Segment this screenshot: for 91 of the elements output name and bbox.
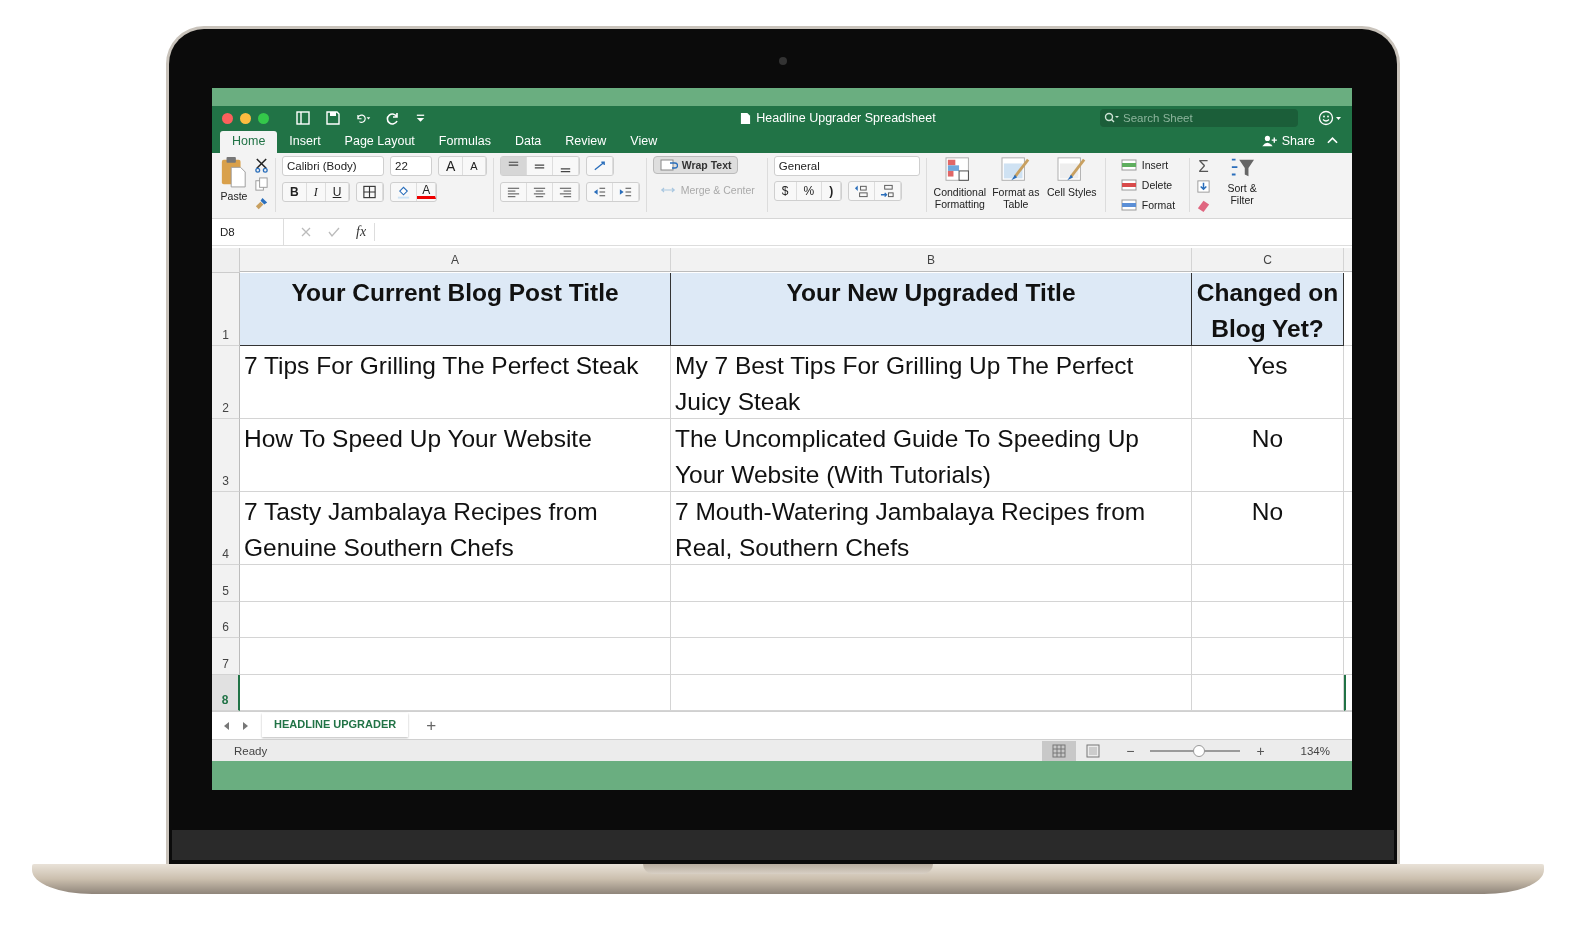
number-format-dropdown[interactable]: General xyxy=(773,156,920,176)
wrap-icon xyxy=(659,159,678,171)
zoom-in-button[interactable]: + xyxy=(1250,742,1271,759)
add-sheet-button[interactable]: + xyxy=(420,715,443,736)
row-header[interactable]: 7 xyxy=(212,638,240,675)
eraser-icon[interactable] xyxy=(1196,198,1212,213)
format-as-table-button[interactable]: Format as Table xyxy=(988,156,1043,211)
camera-icon xyxy=(779,57,787,65)
font-name-dropdown[interactable]: Calibri (Body) xyxy=(282,156,384,176)
column-header[interactable]: B xyxy=(671,248,1192,272)
normal-view-icon[interactable] xyxy=(1042,740,1077,761)
zoom-slider[interactable] xyxy=(1150,744,1241,757)
autosum-button[interactable]: Σ xyxy=(1196,158,1212,175)
row-header[interactable]: 6 xyxy=(212,601,240,638)
wrap-text-button[interactable]: Wrap Text xyxy=(652,156,739,174)
insert-function-button[interactable]: fx xyxy=(356,224,367,240)
paste-button[interactable]: Paste xyxy=(218,156,250,203)
column-header[interactable]: C xyxy=(1192,248,1344,272)
save-icon[interactable] xyxy=(325,110,341,126)
redo-icon[interactable] xyxy=(385,110,401,126)
table-cell: 7 Mouth-Watering Jambalaya Recipes from Real, Southern Chefs xyxy=(675,498,1146,561)
increase-font-button[interactable]: A xyxy=(439,157,464,175)
table-cell: 7 Tasty Jambalaya Recipes from Genuine Southern Chefs xyxy=(244,498,598,561)
ribbon-tab[interactable]: Page Layout xyxy=(332,131,427,153)
header-cell: Your Current Blog Post Title xyxy=(291,279,619,306)
zoom-button[interactable] xyxy=(258,112,269,124)
table-cell: No xyxy=(1251,425,1284,452)
table-cell: My 7 Best Tips For Grilling Up The Perfect Juicy Steak xyxy=(675,352,1134,415)
insert-cells-button[interactable]: Insert xyxy=(1119,156,1169,173)
checkmark-icon[interactable] xyxy=(328,226,340,238)
row-header[interactable]: 8 xyxy=(212,674,240,711)
align-top-icon[interactable] xyxy=(500,157,527,175)
sidebar-icon[interactable] xyxy=(295,110,311,126)
name-box[interactable]: D8 xyxy=(212,219,284,245)
grid-brush-icon xyxy=(1055,156,1088,184)
row-header[interactable]: 4 xyxy=(212,492,240,565)
slider-thumb[interactable] xyxy=(1193,744,1205,757)
search-icon xyxy=(1104,112,1120,124)
row-header[interactable]: 1 xyxy=(212,273,240,346)
insert-row-icon xyxy=(1119,157,1138,172)
row-header[interactable]: 5 xyxy=(212,565,240,602)
currency-button[interactable]: $ xyxy=(774,182,797,200)
previous-sheet-icon[interactable] xyxy=(222,720,230,731)
zoom-level: 134% xyxy=(1300,744,1330,757)
sheet-tab[interactable]: HEADLINE UPGRADER xyxy=(262,712,409,737)
ribbon-tab[interactable]: Insert xyxy=(277,131,333,153)
table-cell: No xyxy=(1251,498,1284,525)
delete-row-icon xyxy=(1119,177,1138,192)
table-cell: The Uncomplicated Guide To Speeding Up Your Website (With Tutorials) xyxy=(675,425,1139,488)
font-size-dropdown[interactable]: 22 xyxy=(390,156,432,176)
column-header[interactable]: A xyxy=(240,248,671,272)
minimize-button[interactable] xyxy=(240,112,251,124)
ribbon-tab[interactable]: Formulas xyxy=(426,131,503,153)
next-sheet-icon[interactable] xyxy=(242,720,250,731)
bold-button[interactable]: B xyxy=(283,183,307,201)
ribbon-tab[interactable]: View xyxy=(618,131,670,153)
italic-button[interactable]: I xyxy=(306,183,326,201)
add-person-icon xyxy=(1261,135,1278,147)
row-header[interactable]: 2 xyxy=(212,346,240,419)
ribbon-tab[interactable]: Data xyxy=(502,131,554,153)
percent-button[interactable]: % xyxy=(796,182,823,200)
format-cells-button[interactable]: Format xyxy=(1119,196,1176,213)
paintbrush-icon[interactable] xyxy=(254,196,269,211)
window-title: Headline Upgrader Spreadsheet xyxy=(756,111,936,125)
sort-filter-button[interactable]: Sort & Filter xyxy=(1219,156,1266,207)
document-icon xyxy=(740,111,752,125)
share-button[interactable]: Share xyxy=(1261,134,1315,153)
cell-styles-button[interactable]: Cell Styles xyxy=(1044,156,1099,199)
format-row-icon xyxy=(1119,197,1138,212)
header-cell: Your New Upgraded Title xyxy=(786,279,1076,306)
ribbon-tab[interactable]: Home xyxy=(220,131,278,153)
ribbon-tab[interactable]: Review xyxy=(553,131,619,153)
table-cell: How To Speed Up Your Website xyxy=(244,425,592,452)
underline-button[interactable]: U xyxy=(325,183,350,201)
search-field[interactable]: Search Sheet xyxy=(1100,109,1298,127)
status-text: Ready xyxy=(234,744,269,757)
conditional-formatting-button[interactable]: Conditional Formatting xyxy=(932,156,987,211)
grid-brush-icon xyxy=(999,156,1032,184)
collapse-icon[interactable] xyxy=(1327,136,1338,144)
decrease-font-button[interactable]: A xyxy=(463,157,486,175)
row-header[interactable]: 3 xyxy=(212,419,240,492)
header-cell: Changed on Blog Yet? xyxy=(1196,279,1339,342)
comma-button[interactable]: ) xyxy=(822,182,842,200)
scissors-icon[interactable] xyxy=(254,158,269,173)
zoom-out-button[interactable]: − xyxy=(1120,742,1141,759)
table-cell: Yes xyxy=(1247,352,1288,379)
clipboard-icon xyxy=(220,156,248,188)
smiley-icon[interactable] xyxy=(1318,110,1342,126)
delete-cells-button[interactable]: Delete xyxy=(1119,176,1173,193)
fill-down-icon[interactable] xyxy=(1196,179,1212,194)
table-cell: 7 Tips For Grilling The Perfect Steak xyxy=(244,352,639,379)
